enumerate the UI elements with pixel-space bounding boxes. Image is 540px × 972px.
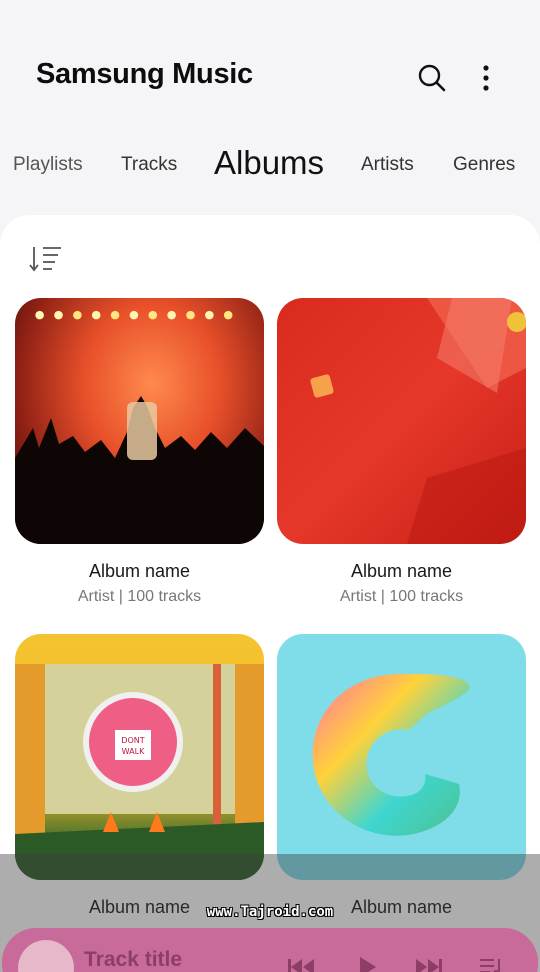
album-meta: Artist | 100 tracks xyxy=(339,588,464,605)
album-card[interactable]: Album name Artist | 100 tracks xyxy=(277,298,526,606)
more-options-icon xyxy=(483,65,489,91)
album-art: DONT WALK xyxy=(15,634,264,880)
stage-lights xyxy=(35,310,233,320)
mini-player-thumbnail xyxy=(18,940,74,972)
yellow-room-scene: DONT WALK xyxy=(15,664,264,880)
crowd-silhouette xyxy=(15,396,264,544)
sort-icon xyxy=(29,247,61,272)
album-name: Album name xyxy=(88,561,191,581)
app-title: Samsung Music xyxy=(36,58,253,90)
album-art xyxy=(277,298,526,544)
album-art xyxy=(277,634,526,880)
queue-button[interactable] xyxy=(476,952,506,972)
search-icon xyxy=(418,64,446,92)
previous-button[interactable] xyxy=(286,952,316,972)
app-header: Samsung Music xyxy=(0,0,540,130)
tab-tracks[interactable]: Tracks xyxy=(121,154,177,176)
watermark: www.Tajroid.com xyxy=(206,904,334,920)
mini-player[interactable]: Track title xyxy=(2,928,538,972)
mini-player-track-title: Track title xyxy=(84,948,183,971)
rainbow-spring xyxy=(312,674,470,836)
play-icon xyxy=(360,957,376,972)
next-button[interactable] xyxy=(414,952,444,972)
previous-icon xyxy=(288,959,314,972)
tab-albums[interactable]: Albums xyxy=(214,144,324,182)
svg-text:DONT: DONT xyxy=(121,736,144,745)
album-name: Album name xyxy=(350,561,453,581)
play-button[interactable] xyxy=(352,952,382,972)
album-meta: Artist | 100 tracks xyxy=(77,588,202,605)
album-art xyxy=(15,298,264,544)
search-button[interactable] xyxy=(414,60,450,96)
next-icon xyxy=(416,959,442,972)
svg-text:WALK: WALK xyxy=(122,747,145,756)
more-options-button[interactable] xyxy=(468,60,504,96)
tab-artists[interactable]: Artists xyxy=(361,154,414,176)
album-card[interactable]: Album name Artist | 100 tracks xyxy=(15,298,264,606)
tab-playlists[interactable]: Playlists xyxy=(13,154,83,176)
category-tabs: Playlists Tracks Albums Artists Genres xyxy=(0,140,540,192)
tab-genres[interactable]: Genres xyxy=(453,154,515,176)
queue-icon xyxy=(480,959,500,972)
sort-button[interactable] xyxy=(26,239,68,279)
red-abstract xyxy=(310,298,526,544)
